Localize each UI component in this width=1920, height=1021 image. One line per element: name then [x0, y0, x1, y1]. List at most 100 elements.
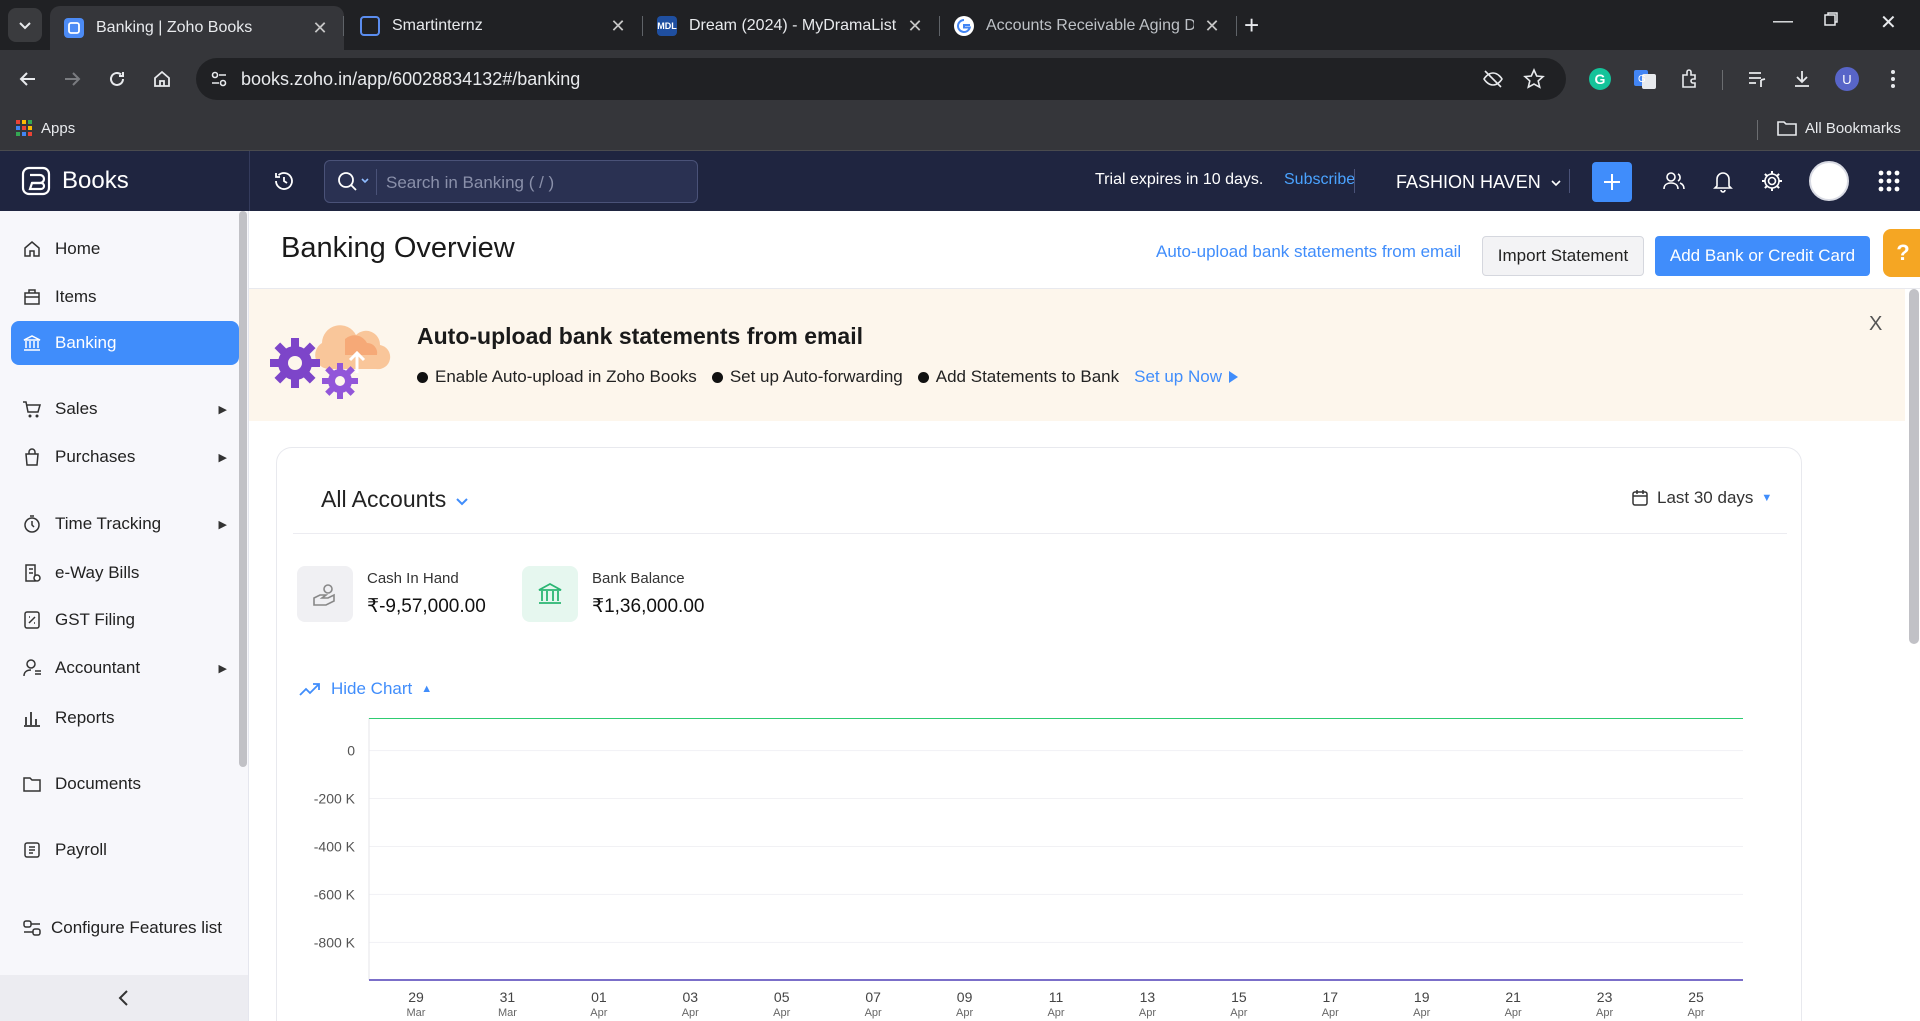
tab-banking-zoho-books[interactable]: Banking | Zoho Books ✕ [50, 6, 344, 50]
hide-chart-toggle[interactable]: Hide Chart ▲ [299, 679, 432, 699]
payroll-icon [21, 839, 43, 861]
address-bar[interactable]: books.zoho.in/app/60028834132#/banking [196, 58, 1566, 100]
x-tick-sublabel: Apr [1687, 1007, 1704, 1019]
tab-smartinternz[interactable]: Smartinternz ✕ [346, 7, 642, 45]
x-tick-sublabel: Apr [1230, 1007, 1247, 1019]
close-tab-icon[interactable]: ✕ [905, 16, 925, 37]
sidebar-item-eway-bills[interactable]: e-Way Bills [11, 551, 239, 595]
site-info-icon[interactable] [208, 68, 230, 90]
sidebar-item-documents[interactable]: Documents [11, 762, 239, 806]
card-divider [293, 533, 1787, 534]
settings-gear-icon[interactable] [1758, 167, 1786, 195]
app-launcher-grid-icon[interactable] [1875, 167, 1903, 195]
sidebar: Home Items Banking Sales ▶ Purchases ▶ T… [0, 211, 249, 1021]
sidebar-item-time-tracking[interactable]: Time Tracking ▶ [11, 502, 239, 546]
sidebar-item-purchases[interactable]: Purchases ▶ [11, 435, 239, 479]
close-banner-button[interactable]: X [1869, 313, 1882, 336]
app-header: Books Search in Banking ( / ) Trial expi… [0, 151, 1920, 211]
minimize-icon[interactable]: — [1773, 10, 1793, 33]
close-window-icon[interactable]: ✕ [1880, 10, 1897, 35]
sidebar-item-home[interactable]: Home [11, 227, 239, 271]
x-tick-label: 31 [500, 989, 516, 1005]
all-bookmarks[interactable]: All Bookmarks [1777, 119, 1901, 137]
sidebar-item-label: Payroll [55, 840, 107, 859]
smartinternz-favicon [360, 16, 380, 36]
new-tab-button[interactable]: + [1244, 10, 1259, 40]
books-logo-icon [21, 166, 51, 196]
bank-balance-label: Bank Balance [592, 570, 685, 587]
calendar-icon [1632, 490, 1648, 506]
forward-icon[interactable] [56, 63, 88, 95]
date-range-label: Last 30 days [1657, 488, 1754, 507]
apps-bookmark[interactable]: Apps [15, 119, 75, 137]
sidebar-item-configure-features[interactable]: Configure Features list [11, 906, 239, 950]
x-tick-label: 29 [408, 989, 424, 1005]
main-scrollbar[interactable] [1909, 289, 1919, 644]
bag-icon [21, 446, 43, 468]
profile-avatar[interactable]: U [1833, 65, 1861, 93]
tab-mydramalist[interactable]: MDL Dream (2024) - MyDramaList ✕ [643, 7, 939, 45]
sidebar-item-sales[interactable]: Sales ▶ [11, 387, 239, 431]
close-tab-icon[interactable]: ✕ [608, 16, 628, 37]
sidebar-scrollbar[interactable] [239, 211, 247, 767]
back-icon[interactable] [12, 63, 44, 95]
reload-icon[interactable] [101, 63, 133, 95]
search-input[interactable]: Search in Banking ( / ) [324, 160, 698, 203]
home-icon[interactable] [146, 63, 178, 95]
sidebar-item-label: Banking [55, 333, 117, 352]
sidebar-item-label: Accountant [55, 658, 141, 677]
setup-now-link[interactable]: Set up Now [1134, 367, 1239, 387]
brand-logo[interactable]: Books [20, 165, 129, 197]
quick-create-button[interactable] [1592, 162, 1632, 202]
x-tick-label: 13 [1140, 989, 1156, 1005]
close-tab-icon[interactable]: ✕ [310, 18, 330, 39]
recent-history-icon[interactable] [270, 167, 298, 195]
kebab-menu-icon[interactable] [1879, 65, 1907, 93]
close-tab-icon[interactable]: ✕ [1202, 16, 1222, 37]
notifications-bell-icon[interactable] [1709, 167, 1737, 195]
google-translate-icon[interactable]: G [1631, 65, 1659, 93]
profile-initial: U [1835, 67, 1859, 91]
org-switcher[interactable]: FASHION HAVEN [1396, 172, 1562, 193]
users-icon[interactable] [1660, 167, 1688, 195]
tab-search-button[interactable] [8, 8, 42, 42]
add-bank-button[interactable]: Add Bank or Credit Card [1655, 236, 1870, 276]
sidebar-item-accountant[interactable]: Accountant ▶ [11, 646, 239, 690]
restore-icon[interactable] [1823, 10, 1839, 33]
star-icon[interactable] [1523, 68, 1545, 90]
sidebar-item-banking[interactable]: Banking [11, 321, 239, 365]
eye-slash-icon[interactable] [1482, 68, 1504, 90]
tab-title: Accounts Receivable Aging Det [986, 17, 1194, 34]
sidebar-item-gst-filing[interactable]: GST Filing [11, 598, 239, 642]
x-tick-label: 09 [957, 989, 973, 1005]
gst-icon [21, 609, 43, 631]
sidebar-item-payroll[interactable]: Payroll [11, 828, 239, 872]
help-button[interactable]: ? [1883, 229, 1920, 277]
auto-upload-link[interactable]: Auto-upload bank statements from email [1156, 242, 1461, 262]
media-control-icon[interactable] [1743, 65, 1771, 93]
sidebar-item-label: Configure Features list [51, 918, 223, 937]
accounts-dropdown[interactable]: All Accounts [321, 486, 469, 513]
sidebar-item-label: Home [55, 239, 101, 258]
sidebar-item-reports[interactable]: Reports [11, 696, 239, 740]
collapse-sidebar-button[interactable] [0, 975, 248, 1021]
trial-notice: Trial expires in 10 days. [1095, 171, 1264, 188]
x-tick-sublabel: Apr [773, 1007, 790, 1019]
header-separator [1569, 169, 1570, 193]
subscribe-link[interactable]: Subscribe [1284, 171, 1355, 189]
sidebar-item-items[interactable]: Items [11, 275, 239, 319]
tab-accounts-receivable[interactable]: Accounts Receivable Aging Det ✕ [940, 7, 1236, 45]
search-icon[interactable] [337, 171, 373, 193]
apps-label: Apps [41, 119, 76, 137]
zoho-books-favicon [64, 18, 84, 38]
import-statement-button[interactable]: Import Statement [1482, 236, 1644, 276]
grammarly-icon[interactable]: G [1586, 65, 1614, 93]
download-icon[interactable] [1788, 65, 1816, 93]
user-avatar[interactable] [1809, 161, 1849, 201]
extensions-icon[interactable] [1676, 65, 1704, 93]
trend-up-icon [299, 683, 320, 696]
date-range-dropdown[interactable]: Last 30 days ▼ [1631, 488, 1772, 508]
sidebar-item-label: Time Tracking [55, 514, 162, 533]
x-tick-sublabel: Apr [682, 1007, 699, 1019]
folder-icon [1777, 121, 1797, 136]
